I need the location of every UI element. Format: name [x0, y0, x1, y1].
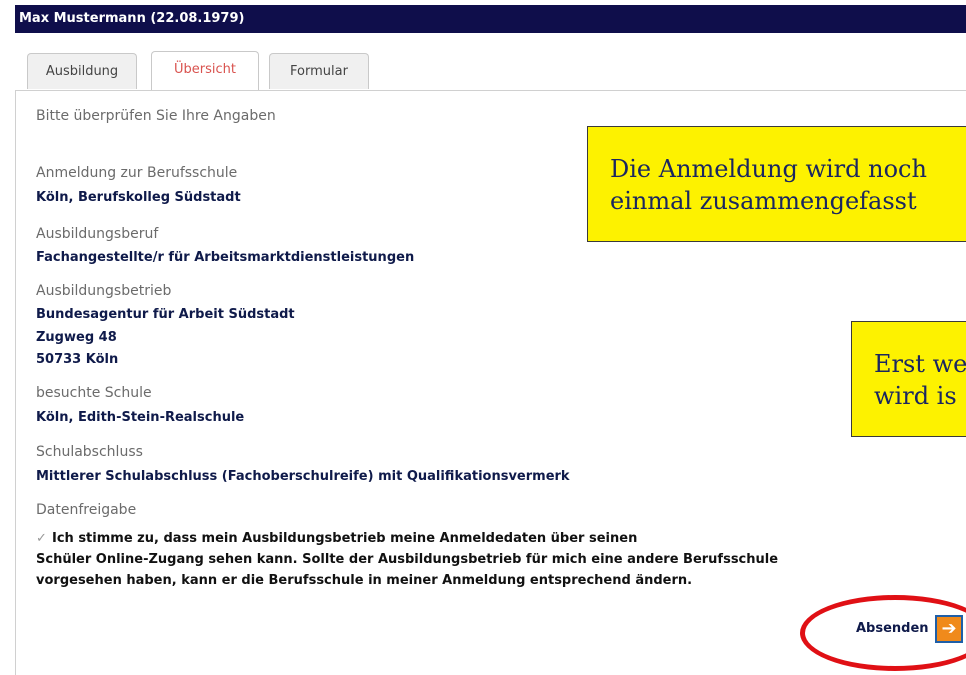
tab-ausbildung[interactable]: Ausbildung: [27, 53, 137, 89]
degree-value: Mittlerer Schulabschluss (Fachoberschulr…: [36, 469, 570, 484]
submit-area: Absenden ➔: [800, 595, 966, 675]
consent-checkbox[interactable]: ✓: [36, 528, 48, 546]
company-street: Zugweg 48: [36, 330, 117, 345]
title-bar: Max Mustermann (22.08.1979): [15, 5, 966, 33]
profession-label: Ausbildungsberuf: [36, 226, 159, 242]
company-label: Ausbildungsbetrieb: [36, 283, 172, 299]
callout-summary: Die Anmeldung wird noch einmal zusammeng…: [587, 126, 966, 242]
school-label: Anmeldung zur Berufsschule: [36, 165, 238, 181]
callout-info: Erst we wird is: [851, 321, 966, 437]
consent-line-2: Schüler Online-Zugang sehen kann. Sollte…: [36, 552, 779, 567]
intro-text: Bitte überprüfen Sie Ihre Angaben: [36, 108, 276, 124]
submit-label[interactable]: Absenden: [856, 621, 929, 636]
profession-value: Fachangestellte/r für Arbeitsmarktdienst…: [36, 250, 415, 265]
company-name: Bundesagentur für Arbeit Südstadt: [36, 307, 295, 322]
submit-arrow-icon[interactable]: ➔: [935, 615, 963, 643]
consent-line-3: vorgesehen haben, kann er die Berufsschu…: [36, 573, 693, 588]
callout-info-line-2: wird is: [874, 382, 957, 410]
tab-bar: Ausbildung Übersicht Formular: [15, 33, 966, 91]
previous-school-label: besuchte Schule: [36, 385, 152, 401]
consent-line-1: Ich stimme zu, dass mein Ausbildungsbetr…: [52, 531, 638, 546]
callout-summary-line-2: einmal zusammengefasst: [610, 187, 917, 215]
consent-block: ✓ Ich stimme zu, dass mein Ausbildungsbet…: [36, 528, 916, 591]
page-title: Max Mustermann (22.08.1979): [19, 11, 245, 26]
consent-label: Datenfreigabe: [36, 502, 137, 518]
tab-formular[interactable]: Formular: [269, 53, 369, 89]
previous-school-value: Köln, Edith-Stein-Realschule: [36, 410, 245, 425]
school-value: Köln, Berufskolleg Südstadt: [36, 190, 241, 205]
callout-summary-line-1: Die Anmeldung wird noch: [610, 155, 927, 183]
company-city: 50733 Köln: [36, 352, 119, 367]
tab-uebersicht[interactable]: Übersicht: [151, 51, 259, 91]
degree-label: Schulabschluss: [36, 444, 143, 460]
callout-info-line-1: Erst we: [874, 350, 966, 378]
